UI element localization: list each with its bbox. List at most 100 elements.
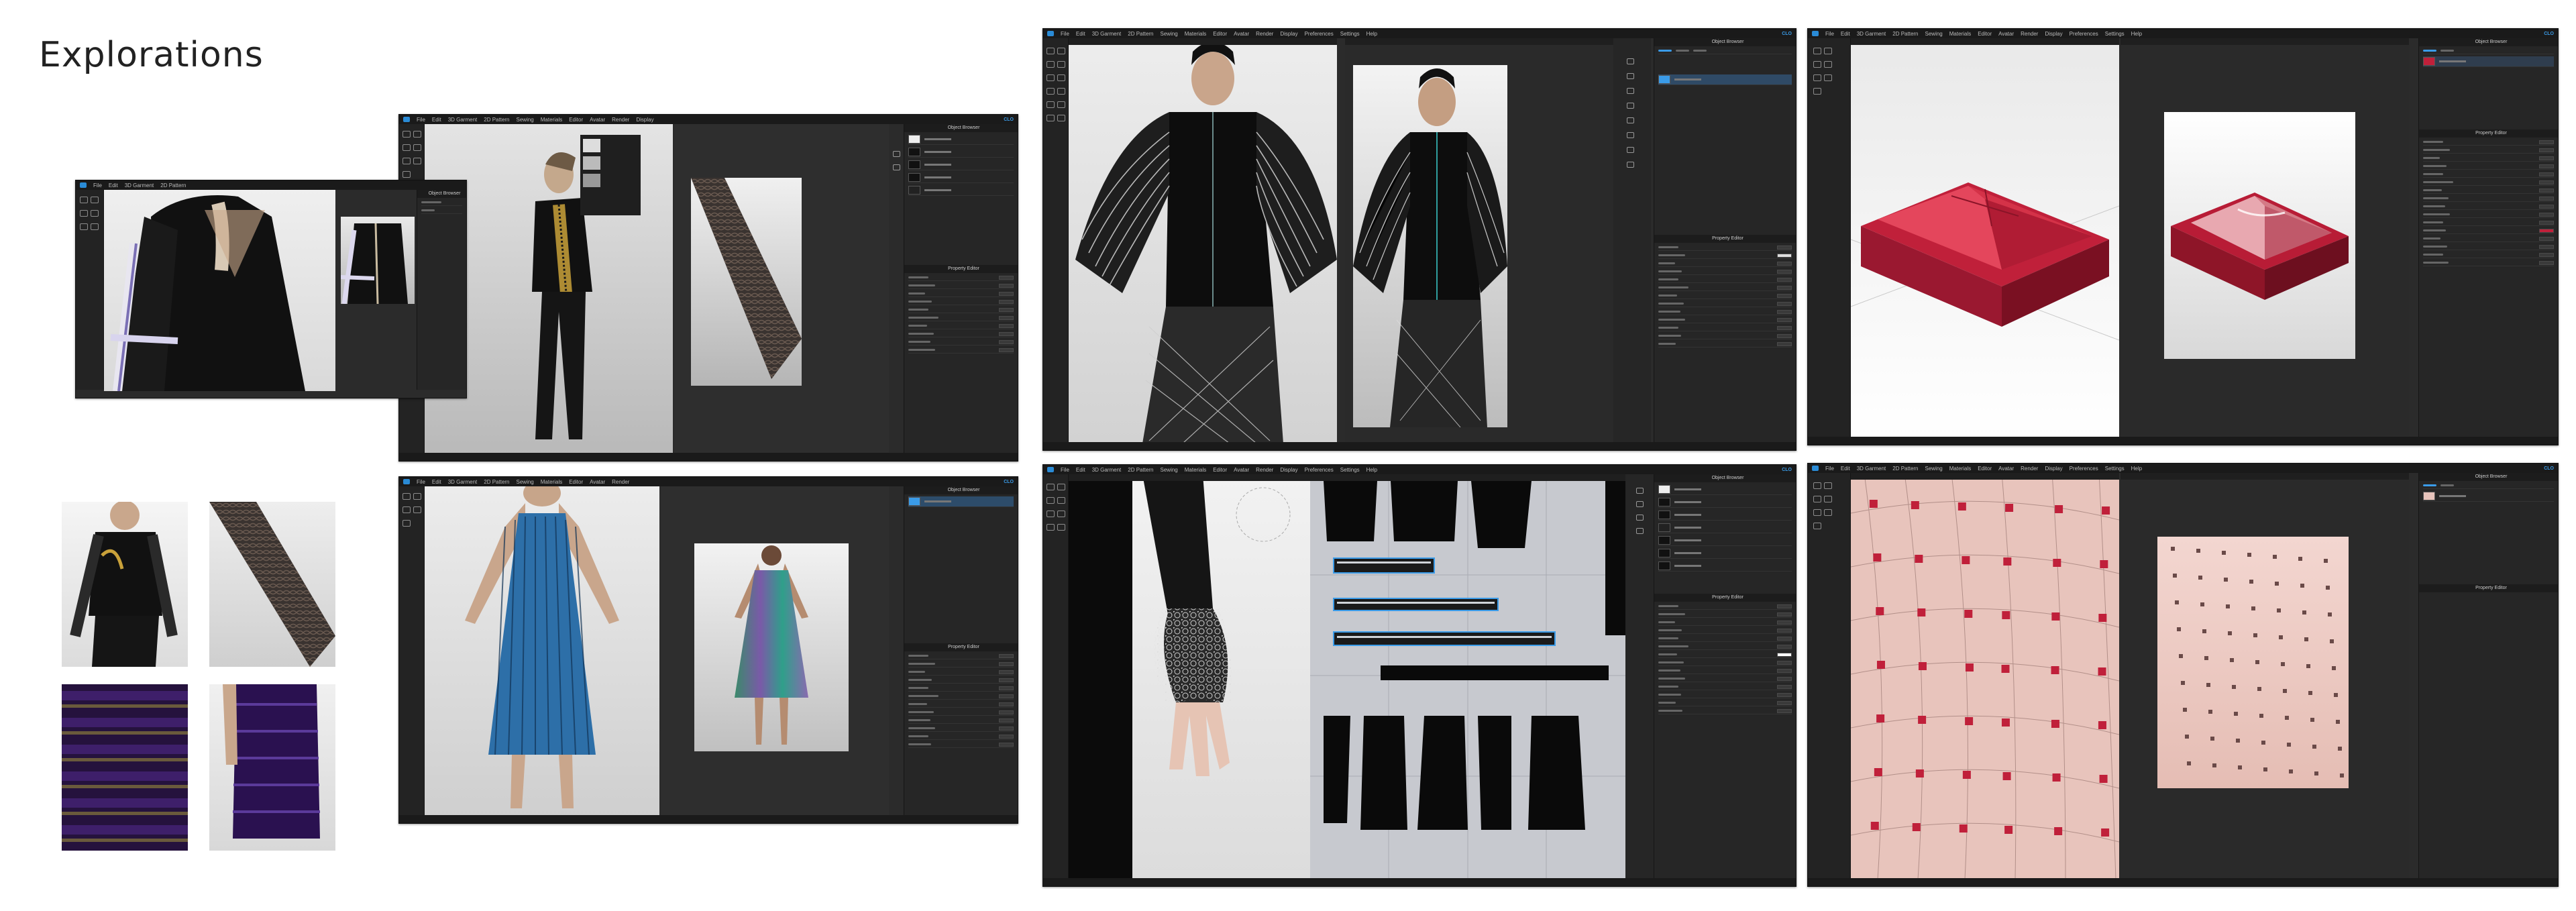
menu-item-preferences[interactable]: Preferences bbox=[1305, 31, 1334, 37]
fabric-item[interactable] bbox=[908, 160, 1014, 170]
pin-icon[interactable] bbox=[1824, 61, 1832, 68]
menu-item-editor[interactable]: Editor bbox=[1978, 31, 1992, 37]
list-item[interactable] bbox=[1658, 74, 1792, 85]
menu-item-file[interactable]: File bbox=[417, 117, 425, 123]
property-row[interactable] bbox=[1658, 292, 1792, 299]
property-row[interactable] bbox=[908, 299, 1014, 305]
fabric-item[interactable] bbox=[1658, 548, 1792, 559]
property-row[interactable] bbox=[2423, 147, 2554, 154]
property-row[interactable] bbox=[1658, 667, 1792, 674]
panel-tabs[interactable] bbox=[2423, 48, 2554, 54]
menu-item-render[interactable]: Render bbox=[2021, 466, 2038, 472]
visibility-icon[interactable] bbox=[1046, 88, 1055, 95]
menu-item-3d-garment[interactable]: 3D Garment bbox=[448, 117, 478, 123]
fabric-item[interactable] bbox=[1658, 497, 1792, 508]
property-row[interactable] bbox=[1658, 619, 1792, 626]
menu-item-3d-garment[interactable]: 3D Garment bbox=[125, 182, 154, 189]
visibility-icon[interactable] bbox=[402, 171, 411, 178]
property-row[interactable] bbox=[908, 307, 1014, 313]
menu-item-2d-pattern[interactable]: 2D Pattern bbox=[160, 182, 186, 189]
menu-item-sewing[interactable]: Sewing bbox=[1161, 467, 1178, 473]
menu-item-file[interactable]: File bbox=[1061, 467, 1069, 473]
panel-tabs[interactable] bbox=[1658, 48, 1792, 54]
rotate-icon[interactable] bbox=[1813, 496, 1821, 502]
menu-item-2d-pattern[interactable]: 2D Pattern bbox=[1892, 31, 1918, 37]
menu-item-sewing[interactable]: Sewing bbox=[517, 117, 534, 123]
menu-item-edit[interactable]: Edit bbox=[1841, 31, 1850, 37]
menu-item-editor[interactable]: Editor bbox=[569, 117, 583, 123]
property-row[interactable] bbox=[2423, 244, 2554, 250]
property-row[interactable] bbox=[908, 661, 1014, 667]
property-row[interactable] bbox=[1658, 301, 1792, 307]
select-icon[interactable] bbox=[80, 197, 88, 203]
property-row[interactable] bbox=[1658, 700, 1792, 706]
menu-item-display[interactable]: Display bbox=[1280, 31, 1297, 37]
menu-item-help[interactable]: Help bbox=[2131, 31, 2142, 37]
fabric-item[interactable] bbox=[1658, 484, 1792, 495]
menu-item-render[interactable]: Render bbox=[1256, 31, 1273, 37]
menu-item-avatar[interactable]: Avatar bbox=[1234, 31, 1249, 37]
2d-pattern-window[interactable] bbox=[1310, 474, 1625, 879]
property-row[interactable] bbox=[1658, 627, 1792, 634]
menu-item-materials[interactable]: Materials bbox=[1949, 31, 1971, 37]
menu-item-sewing[interactable]: Sewing bbox=[517, 479, 534, 485]
menu-item-sewing[interactable]: Sewing bbox=[1925, 466, 1943, 472]
property-row[interactable] bbox=[2423, 211, 2554, 218]
layer-icon[interactable] bbox=[1057, 74, 1065, 81]
panel-tabs[interactable] bbox=[2423, 482, 2554, 489]
property-row[interactable] bbox=[1658, 659, 1792, 666]
property-row[interactable] bbox=[1658, 268, 1792, 275]
menu-item-2d-pattern[interactable]: 2D Pattern bbox=[484, 117, 509, 123]
avatar-item[interactable] bbox=[908, 496, 1014, 507]
property-row[interactable] bbox=[1658, 708, 1792, 714]
pin-icon[interactable] bbox=[91, 210, 99, 217]
menu-item-materials[interactable]: Materials bbox=[1185, 31, 1206, 37]
menu-item-materials[interactable]: Materials bbox=[1949, 466, 1971, 472]
property-row[interactable] bbox=[908, 315, 1014, 321]
menu-item-render[interactable]: Render bbox=[1256, 467, 1273, 473]
property-row[interactable] bbox=[2423, 219, 2554, 226]
layer-icon[interactable] bbox=[1824, 74, 1832, 81]
rotate-icon[interactable] bbox=[402, 144, 411, 151]
layer-icon[interactable] bbox=[91, 223, 99, 230]
property-row[interactable] bbox=[2423, 179, 2554, 186]
menu-item-materials[interactable]: Materials bbox=[541, 479, 562, 485]
move-icon[interactable] bbox=[1824, 482, 1832, 489]
menu-item-file[interactable]: File bbox=[417, 479, 425, 485]
menu-item-preferences[interactable]: Preferences bbox=[2070, 466, 2098, 472]
menu-item-sewing[interactable]: Sewing bbox=[1161, 31, 1178, 37]
rotate-icon[interactable] bbox=[80, 210, 88, 217]
menu-item-materials[interactable]: Materials bbox=[541, 117, 562, 123]
pin-icon[interactable] bbox=[1636, 515, 1644, 521]
menu-item-avatar[interactable]: Avatar bbox=[590, 117, 605, 123]
fabric-item[interactable] bbox=[908, 172, 1014, 183]
menu-item-2d-pattern[interactable]: 2D Pattern bbox=[484, 479, 509, 485]
light-icon[interactable] bbox=[1627, 73, 1634, 79]
fabric-item[interactable] bbox=[1658, 561, 1792, 572]
menu-item-3d-garment[interactable]: 3D Garment bbox=[1092, 467, 1122, 473]
rotate-icon[interactable] bbox=[1046, 61, 1055, 68]
menu-item-file[interactable]: File bbox=[1825, 31, 1834, 37]
light-icon[interactable] bbox=[893, 164, 900, 170]
camera-icon[interactable] bbox=[893, 151, 900, 157]
3d-viewport[interactable] bbox=[104, 190, 335, 391]
property-row[interactable] bbox=[1658, 252, 1792, 259]
fabric-item[interactable] bbox=[1658, 535, 1792, 546]
brush-icon[interactable] bbox=[1046, 74, 1055, 81]
property-row[interactable] bbox=[1658, 635, 1792, 642]
menu-item-render[interactable]: Render bbox=[612, 117, 629, 123]
pin-icon[interactable] bbox=[1824, 496, 1832, 502]
menu-item-edit[interactable]: Edit bbox=[1076, 467, 1085, 473]
visibility-icon[interactable] bbox=[1813, 523, 1821, 529]
fabric-item[interactable] bbox=[1658, 510, 1792, 521]
property-row[interactable] bbox=[1658, 643, 1792, 650]
move-icon[interactable] bbox=[1636, 501, 1644, 507]
property-row[interactable] bbox=[908, 331, 1014, 337]
property-row[interactable] bbox=[1658, 325, 1792, 331]
menu-item-preferences[interactable]: Preferences bbox=[2070, 31, 2098, 37]
property-row[interactable] bbox=[2423, 203, 2554, 210]
rotate-icon[interactable] bbox=[1813, 61, 1821, 68]
layer-icon[interactable] bbox=[1057, 101, 1065, 108]
property-row[interactable] bbox=[2423, 163, 2554, 170]
move-icon[interactable] bbox=[1057, 484, 1065, 490]
